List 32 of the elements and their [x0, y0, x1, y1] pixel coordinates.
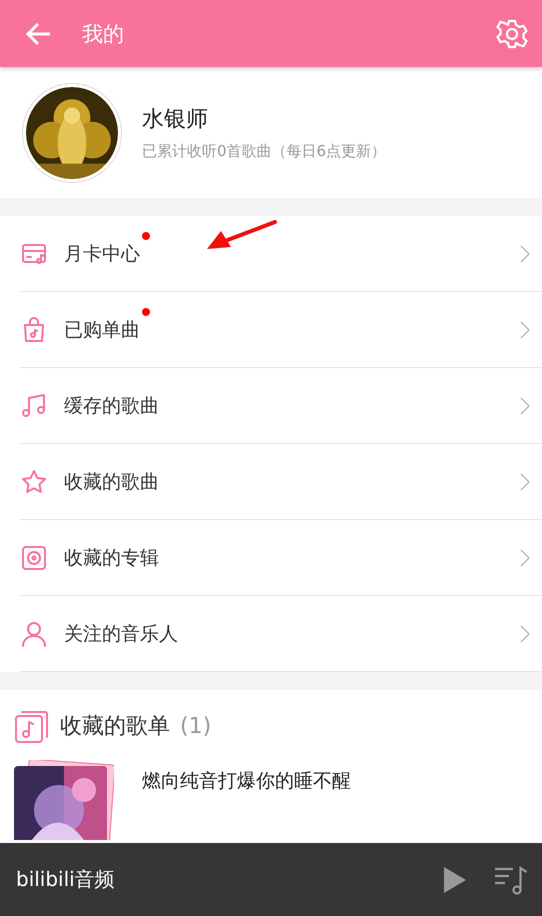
player-title: bilibili音频 [16, 866, 116, 893]
menu-label: 收藏的专辑 [64, 546, 159, 570]
playlist-count: (1) [180, 714, 212, 738]
chevron-icon [520, 472, 530, 490]
chevron-icon [520, 624, 530, 642]
play-icon[interactable] [442, 864, 468, 894]
page-title: 我的 [82, 20, 125, 48]
menu-label: 关注的音乐人 [64, 622, 178, 646]
star-icon [20, 468, 48, 496]
menu-item[interactable]: 收藏的歌曲 [20, 444, 542, 520]
person-icon [20, 620, 48, 648]
playlist-queue-icon[interactable] [494, 864, 528, 894]
menu-label: 已购单曲 [64, 316, 140, 342]
menu-label: 缓存的歌曲 [64, 394, 159, 418]
chevron-icon [520, 244, 530, 262]
menu-item[interactable]: 收藏的专辑 [20, 520, 542, 596]
section-title: 收藏的歌单 [60, 713, 170, 741]
playlist-title: 燃向纯音打爆你的睡不醒 [142, 769, 351, 794]
chevron-icon [520, 320, 530, 338]
chevron-icon [520, 548, 530, 566]
settings-icon[interactable] [496, 18, 528, 50]
chevron-icon [520, 396, 530, 414]
user-name: 水银师 [142, 106, 209, 134]
menu-label: 收藏的歌曲 [64, 470, 159, 494]
menu-label: 月卡中心 [64, 240, 140, 266]
listen-stats: 已累计收听0首歌曲（每日6点更新） [142, 142, 386, 161]
menu-item[interactable]: 缓存的歌曲 [20, 368, 542, 444]
playlist-icon [14, 708, 50, 744]
menu-item[interactable]: 已购单曲 [20, 292, 542, 368]
back-icon[interactable] [26, 22, 52, 46]
music-note-icon [20, 392, 48, 420]
menu-item[interactable]: 关注的音乐人 [20, 596, 542, 672]
